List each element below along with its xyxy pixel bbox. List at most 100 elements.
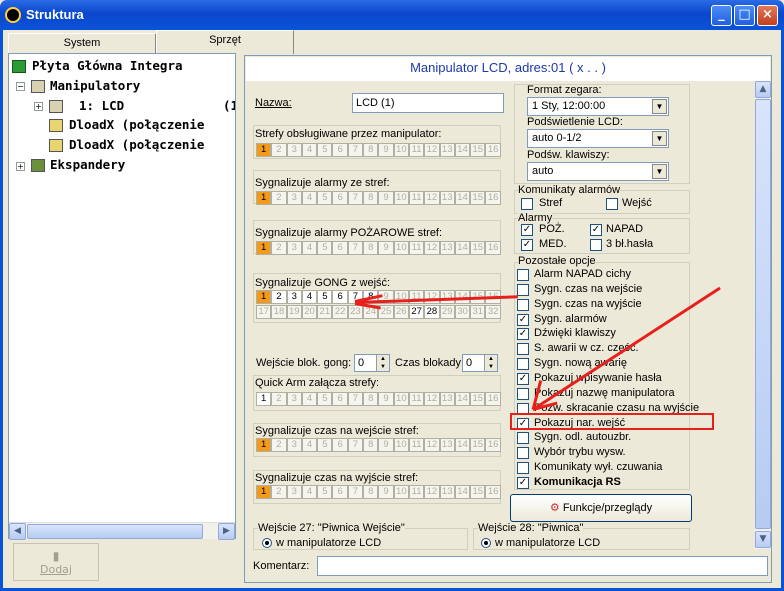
- number-cell[interactable]: 15: [470, 241, 486, 255]
- number-cell[interactable]: 13: [439, 485, 455, 499]
- checkbox-inputs-msg[interactable]: [606, 198, 618, 210]
- number-cell[interactable]: 5: [317, 191, 333, 205]
- number-cell[interactable]: 28: [424, 305, 440, 319]
- number-cell[interactable]: 9: [378, 143, 394, 157]
- number-cell[interactable]: 7: [347, 392, 364, 406]
- number-cell[interactable]: 13: [439, 392, 455, 406]
- number-cell[interactable]: 1: [256, 290, 272, 304]
- number-cell[interactable]: 8: [363, 438, 379, 452]
- number-cell[interactable]: 15: [470, 485, 486, 499]
- number-cell[interactable]: 17: [256, 305, 272, 319]
- number-cell[interactable]: 2: [271, 290, 287, 304]
- option-checkbox[interactable]: [517, 432, 529, 445]
- option-checkbox[interactable]: [517, 269, 529, 281]
- number-cell[interactable]: 4: [301, 290, 318, 304]
- tab-system[interactable]: System: [8, 33, 156, 54]
- number-cell[interactable]: 10: [393, 485, 409, 499]
- number-cell[interactable]: 4: [301, 392, 318, 406]
- alarm-zones-selector[interactable]: 1 2 3 4 5 6 7 8 9 10 11 12 13 14 15 16: [256, 191, 501, 205]
- number-cell[interactable]: 13: [439, 143, 455, 157]
- option-checkbox[interactable]: [517, 358, 529, 371]
- number-cell[interactable]: 32: [485, 305, 501, 319]
- number-cell[interactable]: 15: [470, 438, 486, 452]
- number-cell[interactable]: 6: [332, 485, 348, 499]
- number-cell[interactable]: 7: [347, 438, 364, 452]
- number-cell[interactable]: 11: [408, 392, 425, 406]
- number-cell[interactable]: 14: [454, 392, 471, 406]
- number-cell[interactable]: 8: [363, 392, 379, 406]
- number-cell[interactable]: 5: [317, 143, 333, 157]
- option-checkbox[interactable]: ✓: [517, 372, 529, 385]
- number-cell[interactable]: 2: [271, 143, 287, 157]
- tab-hardware[interactable]: Sprzęt: [156, 30, 294, 54]
- number-cell[interactable]: 10: [393, 438, 409, 452]
- checkbox-bad-password[interactable]: [590, 239, 602, 251]
- number-cell[interactable]: 15: [470, 191, 486, 205]
- number-cell[interactable]: 4: [301, 485, 318, 499]
- number-cell[interactable]: 7: [347, 241, 364, 255]
- name-input[interactable]: LCD (1): [352, 93, 504, 113]
- entry-time-selector[interactable]: 1 2 3 4 5 6 7 8 9 10 11 12 13 14 15 16: [256, 438, 501, 452]
- number-cell[interactable]: 6: [332, 143, 348, 157]
- number-cell[interactable]: 16: [485, 241, 501, 255]
- number-cell[interactable]: 3: [286, 392, 302, 406]
- scroll-thumb[interactable]: [755, 99, 771, 529]
- number-cell[interactable]: 4: [301, 241, 318, 255]
- number-cell[interactable]: 16: [485, 438, 501, 452]
- option-checkbox[interactable]: ✓: [517, 476, 529, 489]
- number-cell[interactable]: 5: [317, 485, 333, 499]
- number-cell[interactable]: 31: [470, 305, 486, 319]
- number-cell[interactable]: 14: [454, 438, 471, 452]
- number-cell[interactable]: 8: [363, 241, 379, 255]
- number-cell[interactable]: 11: [408, 438, 425, 452]
- number-cell[interactable]: 12: [424, 290, 440, 304]
- expand-icon[interactable]: +: [16, 162, 25, 171]
- number-cell[interactable]: 11: [408, 191, 425, 205]
- number-cell[interactable]: 1: [256, 392, 272, 406]
- chevron-down-icon[interactable]: ▼: [652, 131, 667, 146]
- checkbox-panic[interactable]: ✓: [590, 224, 602, 236]
- number-cell[interactable]: 4: [301, 191, 318, 205]
- number-cell[interactable]: 2: [271, 438, 287, 452]
- expand-icon[interactable]: +: [34, 102, 43, 111]
- number-cell[interactable]: 30: [454, 305, 471, 319]
- number-cell[interactable]: 5: [317, 290, 333, 304]
- number-cell[interactable]: 2: [271, 485, 287, 499]
- number-cell[interactable]: 3: [286, 143, 302, 157]
- number-cell[interactable]: 11: [408, 143, 425, 157]
- number-cell[interactable]: 10: [393, 143, 409, 157]
- number-cell[interactable]: 5: [317, 438, 333, 452]
- number-cell[interactable]: 15: [470, 143, 486, 157]
- number-cell[interactable]: 14: [454, 485, 471, 499]
- number-cell[interactable]: 4: [301, 143, 318, 157]
- number-cell[interactable]: 7: [347, 191, 364, 205]
- option-checkbox[interactable]: [517, 447, 529, 460]
- number-cell[interactable]: 10: [393, 392, 409, 406]
- number-cell[interactable]: 14: [454, 191, 471, 205]
- number-cell[interactable]: 11: [408, 241, 425, 255]
- chevron-down-icon[interactable]: ▼: [652, 99, 667, 114]
- key-backlight-select[interactable]: auto ▼: [527, 162, 669, 181]
- number-cell[interactable]: 12: [424, 438, 440, 452]
- number-cell[interactable]: 9: [378, 438, 394, 452]
- scroll-down-icon[interactable]: ▼: [755, 531, 771, 548]
- number-cell[interactable]: 14: [454, 143, 471, 157]
- number-cell[interactable]: 6: [332, 290, 348, 304]
- number-cell[interactable]: 21: [317, 305, 333, 319]
- number-cell[interactable]: 13: [439, 241, 455, 255]
- number-cell[interactable]: 3: [286, 191, 302, 205]
- number-cell[interactable]: 27: [408, 305, 425, 319]
- number-cell[interactable]: 9: [378, 485, 394, 499]
- option-checkbox[interactable]: [517, 283, 529, 296]
- number-cell[interactable]: 12: [424, 485, 440, 499]
- number-cell[interactable]: 7: [347, 485, 364, 499]
- number-cell[interactable]: 1: [256, 485, 272, 499]
- number-cell[interactable]: 9: [378, 191, 394, 205]
- number-cell[interactable]: 11: [408, 485, 425, 499]
- number-cell[interactable]: 1: [256, 241, 272, 255]
- lcd-backlight-select[interactable]: auto 0-1/2 ▼: [527, 129, 669, 148]
- checkbox-zones-msg[interactable]: [521, 198, 533, 210]
- number-cell[interactable]: 1: [256, 143, 272, 157]
- number-cell[interactable]: 6: [332, 191, 348, 205]
- collapse-icon[interactable]: −: [16, 82, 25, 91]
